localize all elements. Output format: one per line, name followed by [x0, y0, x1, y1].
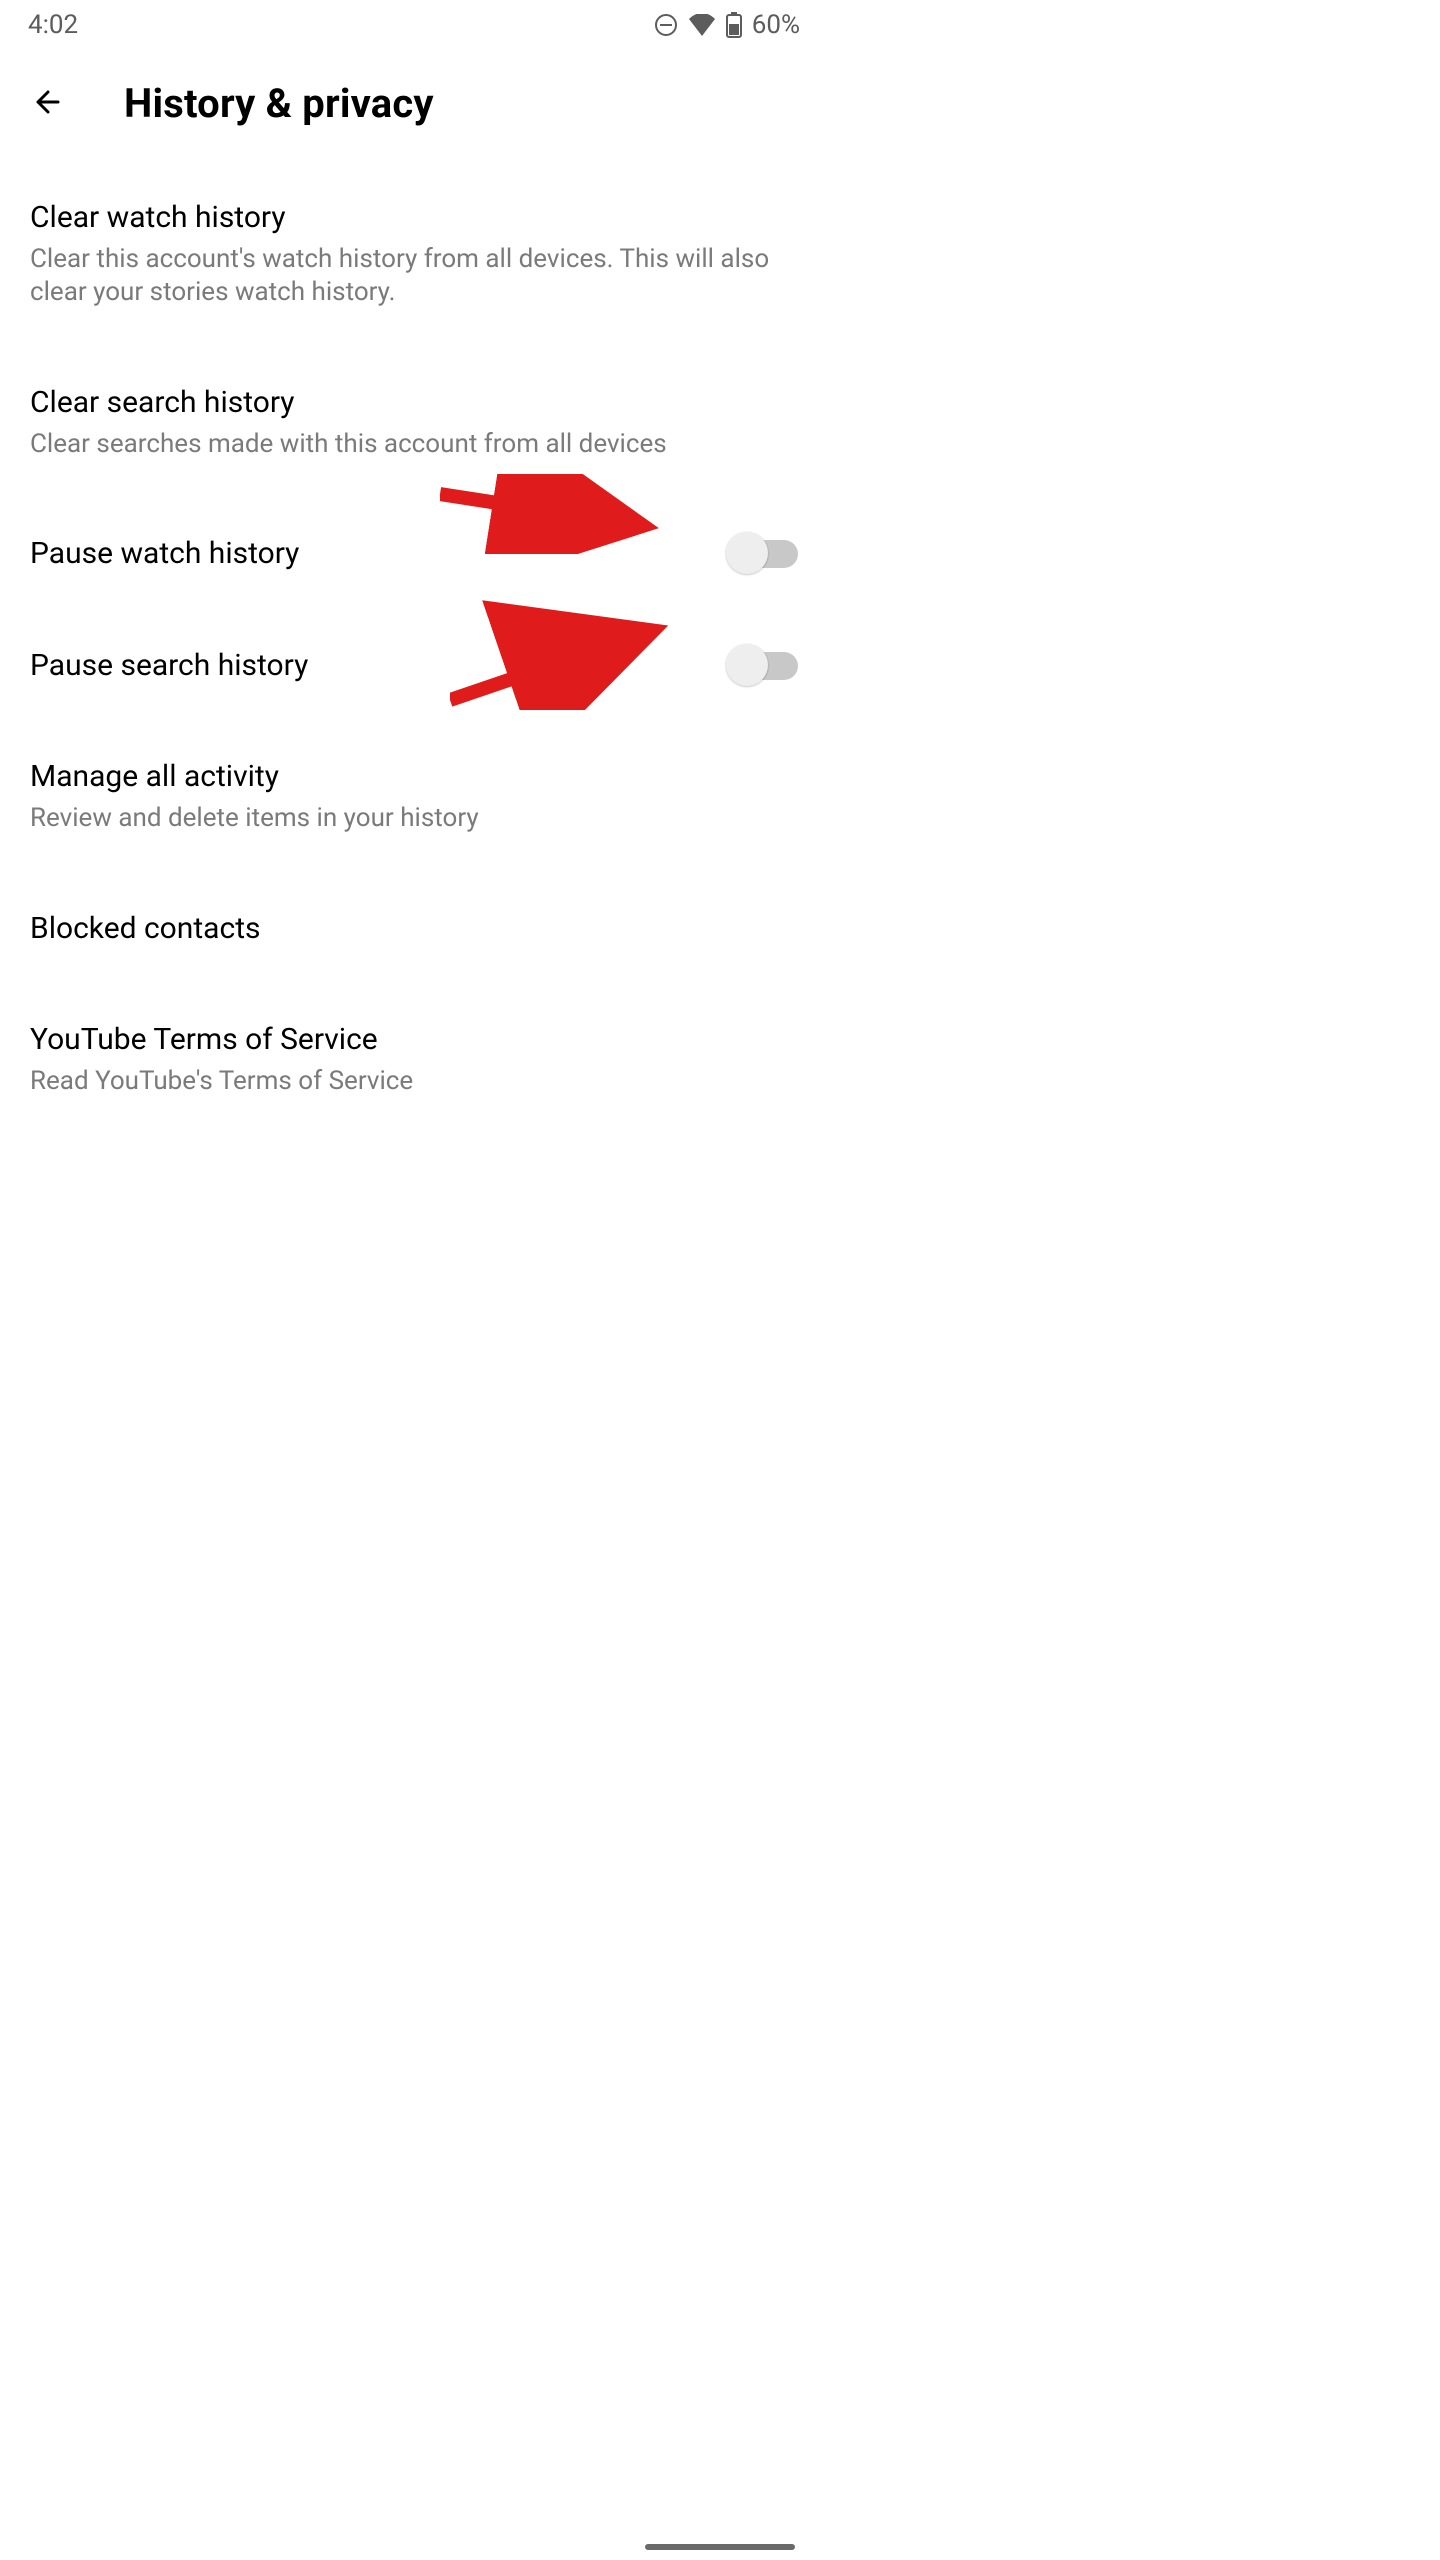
row-youtube-tos[interactable]: YouTube Terms of Service Read YouTube's … [0, 999, 828, 1120]
settings-list: Clear watch history Clear this account's… [0, 137, 828, 1120]
row-title: Clear search history [30, 384, 782, 422]
row-title: Manage all activity [30, 758, 782, 796]
row-pause-watch-history[interactable]: Pause watch history [0, 513, 828, 595]
battery-icon [726, 12, 742, 38]
battery-percent-label: 60% [752, 10, 800, 40]
do-not-disturb-icon [654, 13, 678, 37]
row-title: YouTube Terms of Service [30, 1021, 782, 1059]
home-indicator[interactable] [645, 2544, 795, 2550]
row-subtitle: Clear searches made with this account fr… [30, 428, 782, 462]
page-title: History & privacy [124, 80, 434, 127]
toggle-knob [726, 532, 768, 574]
back-button[interactable] [28, 82, 72, 126]
arrow-left-icon [30, 82, 70, 126]
wifi-icon [688, 14, 716, 36]
status-time: 4:02 [28, 10, 78, 40]
row-title: Blocked contacts [30, 910, 782, 948]
row-clear-watch-history[interactable]: Clear watch history Clear this account's… [0, 177, 828, 332]
toggle-knob [726, 644, 768, 686]
row-pause-search-history[interactable]: Pause search history [0, 625, 828, 707]
header: History & privacy [0, 50, 828, 137]
row-manage-all-activity[interactable]: Manage all activity Review and delete it… [0, 736, 828, 857]
row-title: Pause search history [30, 647, 716, 685]
status-bar: 4:02 60% [0, 0, 828, 50]
row-blocked-contacts[interactable]: Blocked contacts [0, 888, 828, 970]
row-title: Pause watch history [30, 535, 716, 573]
row-title: Clear watch history [30, 199, 782, 237]
toggle-pause-search-history[interactable] [732, 652, 798, 680]
row-clear-search-history[interactable]: Clear search history Clear searches made… [0, 362, 828, 483]
row-subtitle: Clear this account's watch history from … [30, 243, 782, 311]
row-subtitle: Read YouTube's Terms of Service [30, 1065, 782, 1099]
toggle-pause-watch-history[interactable] [732, 540, 798, 568]
row-subtitle: Review and delete items in your history [30, 802, 782, 836]
